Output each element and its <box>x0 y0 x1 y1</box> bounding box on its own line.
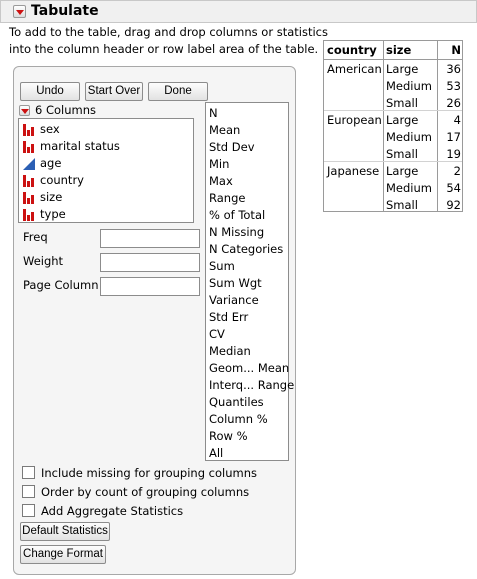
size-cell: Large <box>386 113 419 127</box>
stat-item[interactable]: Quantiles <box>209 394 264 411</box>
add-aggregate-option[interactable]: Add Aggregate Statistics <box>22 503 183 520</box>
n-cell: 36 <box>446 62 461 76</box>
order-by-count-label: Order by count of grouping columns <box>41 485 250 499</box>
stat-item[interactable]: N Missing <box>209 224 264 241</box>
column-item-age[interactable]: age <box>23 155 61 172</box>
stat-item[interactable]: Column % <box>209 411 268 428</box>
stat-item[interactable]: Std Err <box>209 309 248 326</box>
stat-item[interactable]: Std Dev <box>209 139 255 156</box>
stat-item[interactable]: CV <box>209 326 225 343</box>
result-table: country size N American Large 36 Medium … <box>323 40 463 212</box>
country-cell: Japanese <box>327 164 380 178</box>
n-cell: 53 <box>446 79 461 93</box>
n-cell: 54 <box>446 181 461 195</box>
nominal-icon <box>23 208 35 221</box>
n-cell: 19 <box>446 147 461 161</box>
size-header[interactable]: size <box>386 42 411 59</box>
page-column-drop-box[interactable] <box>100 277 200 296</box>
n-cell: 26 <box>446 96 461 110</box>
n-cell: 92 <box>446 198 461 212</box>
freq-label: Freq <box>23 230 48 244</box>
stat-item[interactable]: Row % <box>209 428 248 445</box>
include-missing-option[interactable]: Include missing for grouping columns <box>22 465 257 482</box>
continuous-icon <box>23 157 35 170</box>
stat-item[interactable]: Interq... Range <box>209 377 294 394</box>
column-label: marital status <box>40 139 120 153</box>
weight-drop-box[interactable] <box>100 253 200 272</box>
done-button[interactable]: Done <box>148 82 208 101</box>
column-label: sex <box>40 122 60 136</box>
nominal-icon <box>23 174 35 187</box>
size-cell: Large <box>386 164 419 178</box>
stat-item[interactable]: % of Total <box>209 207 265 224</box>
column-label: size <box>40 190 63 204</box>
column-item-type[interactable]: type <box>23 206 66 223</box>
undo-button[interactable]: Undo <box>20 82 80 101</box>
stat-item[interactable]: All <box>209 445 223 462</box>
add-aggregate-label: Add Aggregate Statistics <box>41 504 184 518</box>
stat-item[interactable]: Variance <box>209 292 259 309</box>
column-item-size[interactable]: size <box>23 189 62 206</box>
instruction-line-2: into the column header or row label area… <box>9 42 319 56</box>
red-triangle-menu-icon[interactable] <box>13 5 26 18</box>
stat-item[interactable]: Sum <box>209 258 235 275</box>
column-list[interactable]: sex marital status age country size type <box>18 118 194 223</box>
n-header[interactable]: N <box>437 42 461 59</box>
report-title: Tabulate <box>31 3 99 19</box>
column-label: age <box>40 156 62 170</box>
size-cell: Small <box>386 198 418 212</box>
default-statistics-button[interactable]: Default Statistics <box>20 522 110 541</box>
freq-drop-box[interactable] <box>100 229 200 248</box>
stat-item[interactable]: Median <box>209 343 251 360</box>
order-by-count-option[interactable]: Order by count of grouping columns <box>22 484 249 501</box>
country-header[interactable]: country <box>327 42 377 59</box>
include-missing-label: Include missing for grouping columns <box>41 466 257 480</box>
n-cell: 17 <box>446 130 461 144</box>
country-cell: American <box>327 62 382 76</box>
change-format-button[interactable]: Change Format <box>20 545 106 564</box>
size-cell: Large <box>386 62 419 76</box>
instruction-line-1: To add to the table, drag and drop colum… <box>9 25 328 39</box>
include-missing-checkbox[interactable] <box>22 466 35 479</box>
stat-item[interactable]: Min <box>209 156 229 173</box>
stat-item[interactable]: Range <box>209 190 245 207</box>
stat-item[interactable]: N Categories <box>209 241 283 258</box>
n-cell: 4 <box>453 113 461 127</box>
weight-label: Weight <box>23 254 64 268</box>
nominal-icon <box>23 191 35 204</box>
n-cell: 2 <box>453 164 461 178</box>
order-by-count-checkbox[interactable] <box>22 485 35 498</box>
nominal-icon <box>23 123 35 136</box>
column-item-country[interactable]: country <box>23 172 84 189</box>
stat-item[interactable]: Geom... Mean <box>209 360 289 377</box>
column-item-sex[interactable]: sex <box>23 121 60 138</box>
size-cell: Medium <box>386 130 432 144</box>
add-aggregate-checkbox[interactable] <box>22 504 35 517</box>
size-cell: Medium <box>386 181 432 195</box>
column-item-marital-status[interactable]: marital status <box>23 138 120 155</box>
columns-menu-icon[interactable] <box>19 105 30 116</box>
stat-item[interactable]: Sum Wgt <box>209 275 262 292</box>
size-cell: Medium <box>386 79 432 93</box>
size-cell: Small <box>386 96 418 110</box>
column-label: country <box>40 173 84 187</box>
stat-item[interactable]: N <box>209 105 218 122</box>
columns-count-label: 6 Columns <box>35 103 97 117</box>
start-over-button[interactable]: Start Over <box>85 82 143 101</box>
stat-item[interactable]: Max <box>209 173 233 190</box>
column-label: type <box>40 207 66 221</box>
page-column-label: Page Column <box>23 278 99 292</box>
nominal-icon <box>23 140 35 153</box>
stat-item[interactable]: Mean <box>209 122 240 139</box>
size-cell: Small <box>386 147 418 161</box>
statistics-list[interactable]: N Mean Std Dev Min Max Range % of Total … <box>205 102 294 462</box>
country-cell: European <box>327 113 382 127</box>
